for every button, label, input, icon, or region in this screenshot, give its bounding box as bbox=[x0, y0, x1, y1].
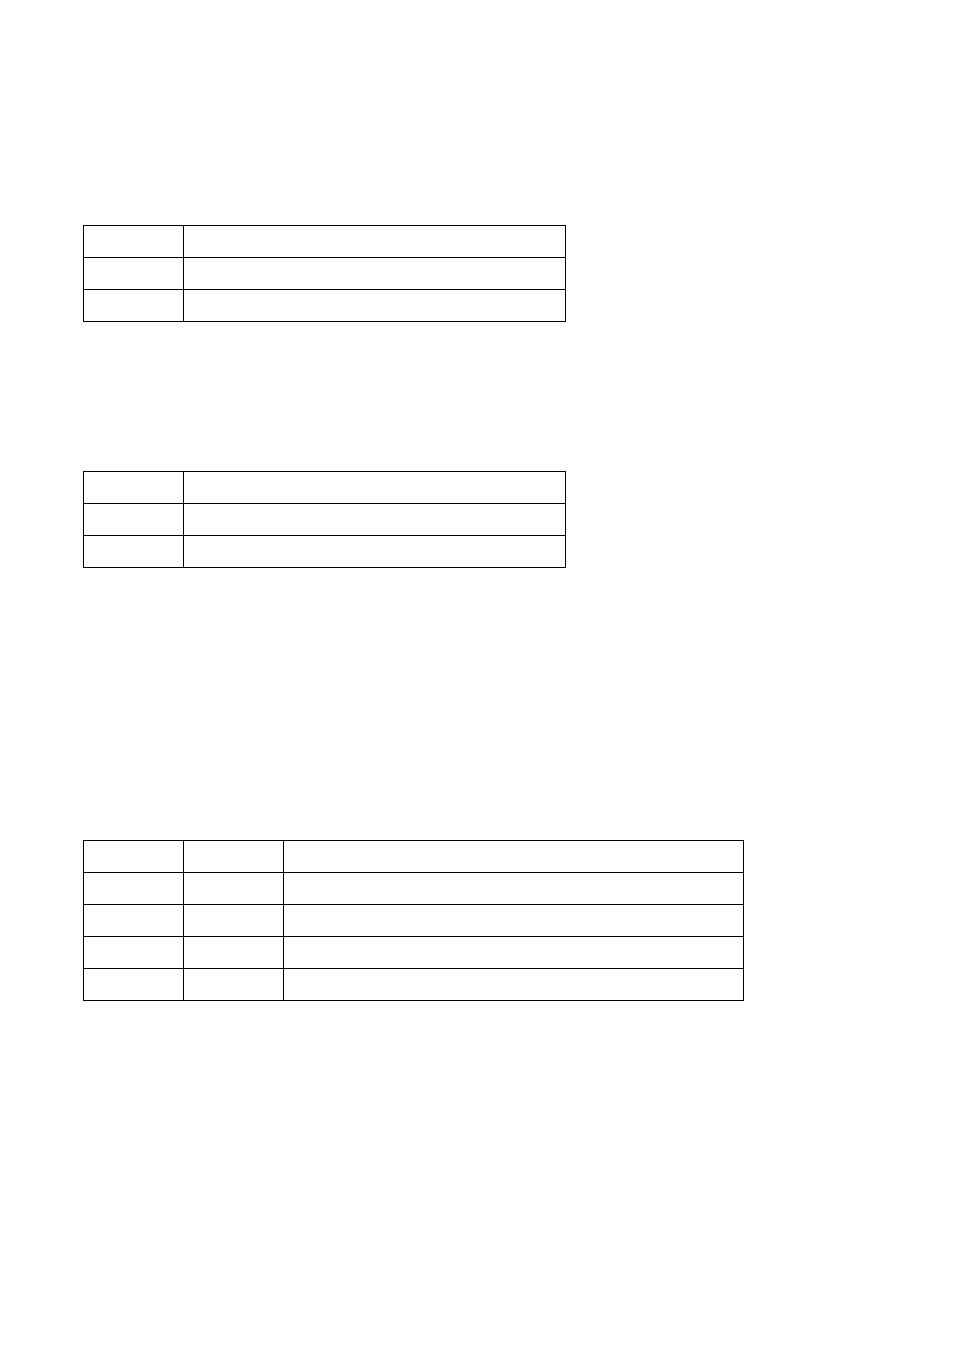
table-row bbox=[84, 873, 744, 905]
cell bbox=[184, 937, 284, 969]
cell bbox=[284, 873, 744, 905]
cell bbox=[184, 536, 566, 568]
cell bbox=[184, 504, 566, 536]
table-row bbox=[84, 290, 566, 322]
cell bbox=[184, 841, 284, 873]
cell bbox=[184, 290, 566, 322]
table-row bbox=[84, 258, 566, 290]
table-row bbox=[84, 226, 566, 258]
table-row bbox=[84, 472, 566, 504]
cell bbox=[84, 969, 184, 1001]
cell bbox=[284, 937, 744, 969]
cell bbox=[184, 969, 284, 1001]
table-2 bbox=[83, 471, 566, 568]
cell bbox=[84, 504, 184, 536]
table-1 bbox=[83, 225, 566, 322]
cell bbox=[84, 472, 184, 504]
cell bbox=[184, 873, 284, 905]
table-row bbox=[84, 841, 744, 873]
table-row bbox=[84, 969, 744, 1001]
table-row bbox=[84, 905, 744, 937]
cell bbox=[284, 969, 744, 1001]
cell bbox=[84, 937, 184, 969]
table-3 bbox=[83, 840, 744, 1001]
cell bbox=[184, 472, 566, 504]
cell bbox=[184, 905, 284, 937]
cell bbox=[284, 905, 744, 937]
cell bbox=[84, 258, 184, 290]
cell bbox=[84, 536, 184, 568]
cell bbox=[84, 905, 184, 937]
cell bbox=[184, 258, 566, 290]
cell bbox=[84, 290, 184, 322]
cell bbox=[84, 841, 184, 873]
cell bbox=[84, 226, 184, 258]
cell bbox=[284, 841, 744, 873]
cell bbox=[184, 226, 566, 258]
table-row bbox=[84, 504, 566, 536]
cell bbox=[84, 873, 184, 905]
table-row bbox=[84, 536, 566, 568]
table-row bbox=[84, 937, 744, 969]
